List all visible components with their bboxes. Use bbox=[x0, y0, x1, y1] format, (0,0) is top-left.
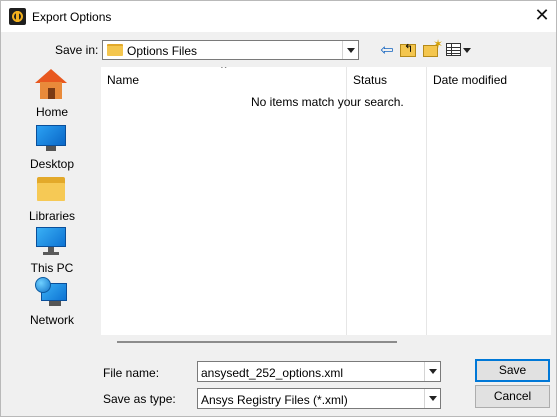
empty-message: No items match your search. bbox=[251, 95, 404, 109]
chevron-down-icon[interactable] bbox=[424, 389, 440, 408]
ansys-app-icon bbox=[9, 8, 26, 25]
place-this-pc[interactable]: This PC bbox=[11, 223, 93, 275]
place-network[interactable]: Network bbox=[11, 275, 93, 327]
file-name-label: File name: bbox=[103, 366, 160, 380]
desktop-icon bbox=[35, 121, 67, 153]
back-icon[interactable]: ⇦ bbox=[377, 41, 397, 59]
save-in-value: Options Files bbox=[127, 44, 198, 58]
place-label: Network bbox=[29, 313, 74, 327]
column-header-name[interactable]: Name bbox=[107, 73, 139, 87]
column-header-date-modified[interactable]: Date modified bbox=[433, 73, 507, 87]
file-name-value: ansysedt_252_options.xml bbox=[201, 366, 344, 380]
place-home[interactable]: Home bbox=[11, 67, 93, 119]
up-folder-icon[interactable]: ↰ bbox=[399, 41, 419, 59]
chevron-down-icon[interactable] bbox=[424, 362, 440, 381]
save-in-label: Save in: bbox=[55, 43, 99, 57]
place-label: Desktop bbox=[29, 157, 75, 171]
sort-ascending-icon: ^ bbox=[220, 67, 228, 75]
place-desktop[interactable]: Desktop bbox=[11, 119, 93, 171]
place-libraries[interactable]: Libraries bbox=[11, 171, 93, 223]
new-folder-spark: ✶ bbox=[433, 37, 444, 51]
home-icon bbox=[35, 69, 67, 101]
place-label: Home bbox=[35, 105, 68, 119]
this-pc-icon bbox=[35, 225, 67, 257]
save-in-dropdown[interactable]: Options Files bbox=[102, 40, 359, 60]
cancel-button[interactable]: Cancel bbox=[475, 385, 550, 408]
up-arrow-glyph: ↰ bbox=[404, 42, 414, 55]
column-header-status[interactable]: Status bbox=[353, 73, 387, 87]
export-options-dialog: Export Options ✕ Save in: Options Files … bbox=[0, 0, 557, 417]
chevron-down-icon bbox=[463, 48, 471, 53]
libraries-icon bbox=[35, 173, 67, 205]
place-label: This PC bbox=[30, 261, 74, 275]
place-label: Libraries bbox=[28, 209, 76, 223]
horizontal-scrollbar[interactable] bbox=[117, 341, 397, 343]
view-grid-icon bbox=[446, 43, 461, 56]
folder-icon bbox=[107, 44, 123, 56]
title-bar: Export Options ✕ bbox=[1, 1, 556, 32]
view-menu-icon[interactable] bbox=[446, 41, 472, 59]
chevron-down-icon[interactable] bbox=[342, 41, 358, 59]
save-as-type-select[interactable]: Ansys Registry Files (*.xml) bbox=[197, 388, 441, 409]
file-name-combobox[interactable]: ansysedt_252_options.xml bbox=[197, 361, 441, 382]
close-button[interactable]: ✕ bbox=[529, 4, 555, 28]
network-icon bbox=[35, 277, 67, 309]
places-bar: Home Desktop Libraries This PC Network bbox=[11, 67, 93, 337]
save-as-type-value: Ansys Registry Files (*.xml) bbox=[201, 393, 348, 407]
save-button[interactable]: Save bbox=[475, 359, 550, 382]
save-as-type-label: Save as type: bbox=[103, 392, 176, 406]
file-list[interactable]: Name ^ Status Date modified No items mat… bbox=[101, 67, 551, 335]
new-folder-icon[interactable]: ✶ bbox=[422, 37, 443, 59]
column-divider[interactable] bbox=[426, 67, 427, 335]
window-title: Export Options bbox=[32, 10, 112, 24]
